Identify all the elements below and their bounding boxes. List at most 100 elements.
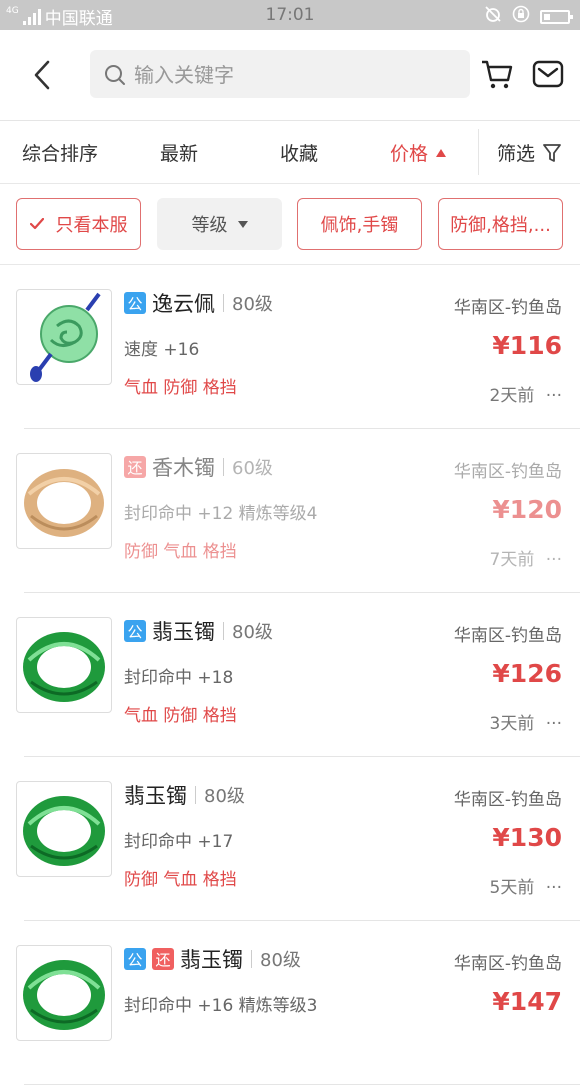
list-item[interactable]: 公 翡玉镯 80级 封印命中 +18 气血 防御 格挡 华南区-钓鱼岛 ¥126… (0, 593, 580, 757)
alarm-off-icon (484, 5, 502, 28)
sort-divider (478, 129, 479, 175)
level-divider (223, 622, 224, 640)
item-attribute: 封印命中 +17 (124, 832, 234, 852)
public-badge: 公 (124, 948, 146, 970)
filter-chips: 只看本服 等级 佩饰,手镯 防御,格挡,... (0, 184, 580, 265)
sort-price[interactable]: 价格 (390, 139, 447, 166)
item-listed-time: 5天前 (489, 878, 535, 898)
item-server: 华南区-钓鱼岛 (453, 626, 562, 646)
item-title-line: 公 翡玉镯 80级 (124, 617, 273, 645)
item-listed-time: 3天前 (489, 714, 535, 734)
level-divider (223, 458, 224, 476)
item-attribute: 速度 +16 (124, 340, 200, 360)
item-title-line: 还 香木镯 60级 (124, 453, 273, 481)
item-thumbnail (16, 453, 112, 549)
filter-icon (543, 143, 561, 162)
level-divider (195, 786, 196, 804)
cart-icon (482, 60, 513, 89)
mail-icon (532, 60, 564, 88)
item-tags: 气血 防御 格挡 (124, 378, 237, 398)
list-item[interactable]: 公 逸云佩 80级 速度 +16 气血 防御 格挡 华南区-钓鱼岛 ¥116 2… (0, 265, 580, 429)
search-icon (104, 64, 126, 90)
more-options-button[interactable]: ··· (546, 386, 562, 406)
item-tags: 气血 防御 格挡 (124, 706, 237, 726)
item-price: ¥147 (492, 987, 562, 1016)
sort-comprehensive[interactable]: 综合排序 (22, 139, 98, 166)
search-box[interactable] (90, 50, 470, 98)
list-item[interactable]: 公还 翡玉镯 80级 封印命中 +16 精炼等级3 华南区-钓鱼岛 ¥147 (0, 921, 580, 1085)
item-price: ¥120 (492, 495, 562, 524)
more-options-button[interactable]: ··· (546, 550, 562, 570)
item-price: ¥116 (492, 331, 562, 360)
level-dropdown[interactable]: 等级 (157, 198, 282, 250)
item-attribute: 封印命中 +18 (124, 668, 234, 688)
item-price: ¥130 (492, 823, 562, 852)
item-listed-time: 7天前 (489, 550, 535, 570)
caret-up-icon (436, 148, 447, 157)
item-level: 60级 (232, 458, 273, 479)
status-bar: 4G 中国联通 17:01 (0, 0, 580, 30)
sort-favorites[interactable]: 收藏 (280, 139, 318, 166)
sort-bar: 综合排序 最新 收藏 价格 筛选 (0, 121, 580, 184)
item-level: 80级 (204, 786, 245, 807)
item-time-row (556, 1037, 562, 1057)
item-attribute: 封印命中 +12 精炼等级4 (124, 504, 318, 524)
item-name: 翡玉镯 (180, 948, 243, 972)
return-badge: 还 (124, 456, 146, 478)
stats-chip[interactable]: 防御,格挡,... (438, 198, 563, 250)
search-input[interactable] (132, 58, 456, 92)
level-divider (251, 950, 252, 968)
cart-button[interactable] (480, 58, 514, 94)
item-time-row: 3天前 ··· (490, 709, 562, 734)
item-name: 翡玉镯 (124, 784, 187, 808)
item-price: ¥126 (492, 659, 562, 688)
server-only-chip[interactable]: 只看本服 (16, 198, 141, 250)
item-listed-time: 2天前 (489, 386, 535, 406)
level-divider (223, 294, 224, 312)
more-options-button[interactable]: ··· (546, 714, 562, 734)
item-title-line: 公还 翡玉镯 80级 (124, 945, 301, 973)
battery-icon (540, 9, 573, 24)
category-chip[interactable]: 佩饰,手镯 (297, 198, 422, 250)
item-name: 逸云佩 (152, 292, 215, 316)
item-level: 80级 (232, 622, 273, 643)
back-button[interactable] (28, 58, 58, 92)
item-name: 香木镯 (152, 456, 215, 480)
item-time-row: 7天前 ··· (490, 545, 562, 570)
filter-label: 筛选 (497, 143, 536, 165)
stats-label: 防御,格挡,... (450, 215, 551, 236)
item-title-line: 公 逸云佩 80级 (124, 289, 273, 317)
messages-button[interactable] (532, 60, 564, 92)
list-item[interactable]: 翡玉镯 80级 封印命中 +17 防御 气血 格挡 华南区-钓鱼岛 ¥130 5… (0, 757, 580, 921)
filter-button[interactable]: 筛选 (497, 139, 561, 166)
sort-newest[interactable]: 最新 (160, 139, 198, 166)
item-level: 80级 (232, 294, 273, 315)
item-server: 华南区-钓鱼岛 (453, 954, 562, 974)
item-attribute: 封印命中 +16 精炼等级3 (124, 996, 318, 1016)
sort-price-label: 价格 (390, 143, 429, 165)
chevron-left-icon (34, 60, 50, 90)
category-label: 佩饰,手镯 (320, 215, 399, 236)
rotation-lock-icon (512, 5, 530, 28)
list-item[interactable]: 还 香木镯 60级 封印命中 +12 精炼等级4 防御 气血 格挡 华南区-钓鱼… (0, 429, 580, 593)
header (0, 30, 580, 121)
more-options-button[interactable]: ··· (546, 878, 562, 898)
item-time-row: 5天前 ··· (490, 873, 562, 898)
item-name: 翡玉镯 (152, 620, 215, 644)
item-thumbnail (16, 945, 112, 1041)
item-thumbnail (16, 781, 112, 877)
item-server: 华南区-钓鱼岛 (453, 462, 562, 482)
return-badge: 还 (152, 948, 174, 970)
item-title-line: 翡玉镯 80级 (124, 781, 245, 809)
item-server: 华南区-钓鱼岛 (453, 790, 562, 810)
item-time-row: 2天前 ··· (490, 381, 562, 406)
level-label: 等级 (191, 215, 228, 236)
item-thumbnail (16, 289, 112, 385)
caret-down-icon (237, 220, 248, 228)
public-badge: 公 (124, 620, 146, 642)
item-level: 80级 (260, 950, 301, 971)
public-badge: 公 (124, 292, 146, 314)
item-thumbnail (16, 617, 112, 713)
item-tags: 防御 气血 格挡 (124, 542, 237, 562)
checkmark-icon (29, 218, 44, 230)
